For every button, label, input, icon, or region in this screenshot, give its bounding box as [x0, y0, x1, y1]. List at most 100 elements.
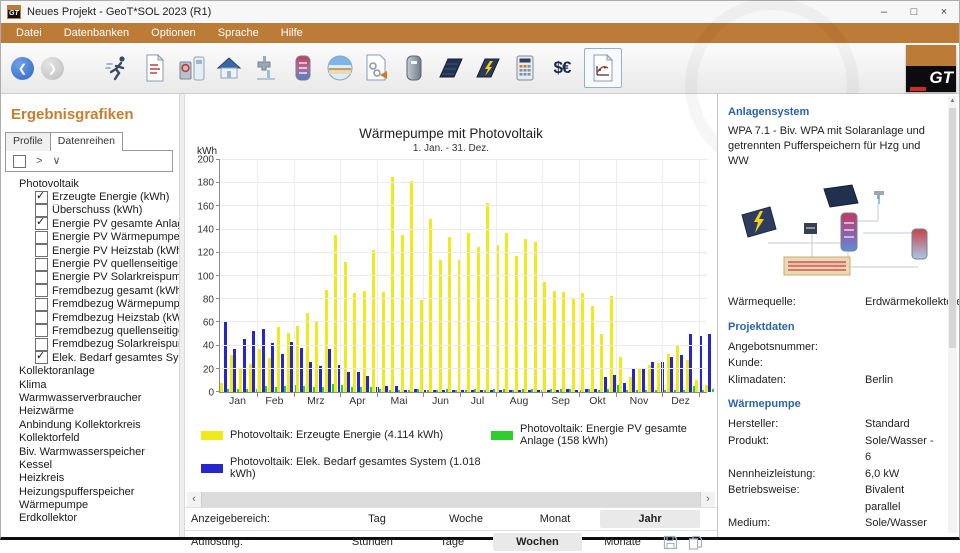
tree-item[interactable]: Energie PV quellenseitige Pu [1, 257, 179, 270]
tree-item[interactable]: Fremdbezug Solarkreispumpe [1, 338, 179, 351]
bar [670, 357, 673, 392]
scroll-right-icon[interactable]: › [701, 492, 715, 507]
report-icon[interactable] [140, 52, 170, 84]
checkbox[interactable] [35, 311, 48, 324]
system-schematic-icon[interactable] [362, 52, 392, 84]
solar-thermal-icon[interactable] [436, 52, 466, 84]
tree-item[interactable]: Erzeugte Energie (kWh) [1, 190, 179, 203]
save-icon[interactable] [663, 535, 678, 550]
maximize-button[interactable]: □ [899, 1, 929, 23]
checkbox[interactable] [35, 284, 48, 297]
tree-group-heizungspufferspeicher[interactable]: Heizungspufferspeicher [1, 485, 179, 498]
tap-water-icon[interactable] [251, 52, 281, 84]
checkbox[interactable] [35, 324, 48, 337]
tree-item[interactable]: Energie PV gesamte Anlage (k [1, 217, 179, 230]
tree-group-kessel[interactable]: Kessel [1, 458, 179, 471]
photovoltaics-icon[interactable] [473, 52, 503, 84]
menu-item-optionen[interactable]: Optionen [140, 23, 207, 43]
checkbox[interactable] [35, 271, 48, 284]
chart-legend: Photovoltaik: Erzeugte Energie (4.114 kW… [201, 423, 717, 480]
chart-scrollbar[interactable]: ‹ › [187, 492, 715, 507]
checkbox[interactable] [35, 244, 48, 257]
tree-item-label: Fremdbezug Solarkreispumpe [52, 338, 179, 350]
heat-pump-system-icon[interactable] [177, 52, 207, 84]
checkbox[interactable] [35, 217, 48, 230]
tree-item[interactable]: Energie PV Wärmepumpe (k [1, 231, 179, 244]
tree-item[interactable]: Fremdbezug gesamt (kWh) [1, 284, 179, 297]
menu-item-hilfe[interactable]: Hilfe [270, 23, 314, 43]
tree-group-kollektoranlage[interactable]: Kollektoranlage [1, 364, 179, 377]
scroll-left-icon[interactable]: ‹ [187, 492, 201, 507]
back-icon[interactable]: ❮ [11, 57, 34, 80]
tree-group-klima[interactable]: Klima [1, 378, 179, 391]
info-scrollbar-thumb[interactable] [949, 108, 956, 348]
tree-group-kollektorfeld[interactable]: Kollektorfeld [1, 431, 179, 444]
close-button[interactable]: × [929, 1, 959, 23]
gridline-v [340, 160, 341, 392]
tree-item[interactable]: Fremdbezug Wärmepumpe (k [1, 298, 179, 311]
tree-item-label: Energie PV Solarkreispumpe ( [52, 271, 179, 283]
data-series-tree: PhotovoltaikErzeugte Energie (kWh)Übersc… [1, 177, 179, 525]
tree-group-anbindung-kollektorkreis[interactable]: Anbindung Kollektorkreis [1, 418, 179, 431]
tree-item[interactable]: Fremdbezug Heizstab (kWh) [1, 311, 179, 324]
tree-item[interactable]: Energie PV Heizstab (kWh) [1, 244, 179, 257]
tab-datenreihen[interactable]: Datenreihen [50, 132, 123, 151]
month-tick [579, 392, 580, 397]
select-all-checkbox[interactable] [13, 155, 26, 168]
expand-icon[interactable]: > [36, 156, 42, 167]
building-icon[interactable] [214, 52, 244, 84]
ground-source-icon[interactable] [325, 52, 355, 84]
economy-icon[interactable]: $€ [547, 52, 577, 84]
collapse-icon[interactable]: ∨ [52, 156, 60, 167]
option-monat[interactable]: Monat [511, 510, 599, 528]
tree-item-label: Fremdbezug Wärmepumpe (k [52, 298, 179, 310]
section-heading-projektdaten: Projektdaten [728, 321, 941, 333]
checkbox[interactable] [35, 231, 48, 244]
tree-item[interactable]: Energie PV Solarkreispumpe ( [1, 271, 179, 284]
option-stunden[interactable]: Stunden [333, 533, 412, 551]
tree-item[interactable]: Überschuss (kWh) [1, 204, 179, 217]
storage-tank-icon[interactable] [288, 52, 318, 84]
checkbox[interactable] [35, 204, 48, 217]
option-wochen[interactable]: Wochen [493, 533, 583, 551]
menu-item-sprache[interactable]: Sprache [207, 23, 270, 43]
gridline-v [377, 160, 378, 392]
tree-group-heizkreis[interactable]: Heizkreis [1, 472, 179, 485]
results-graphics-icon[interactable] [584, 48, 622, 88]
quick-design-icon[interactable] [103, 52, 133, 84]
copy-icon[interactable] [688, 535, 703, 550]
tree-group-w-rmepumpe[interactable]: Wärmepumpe [1, 498, 179, 511]
checkbox[interactable] [35, 338, 48, 351]
legend-label: Photovoltaik: Elek. Bedarf gesamtes Syst… [230, 456, 491, 480]
option-woche[interactable]: Woche [422, 510, 510, 528]
checkbox[interactable] [35, 298, 48, 311]
option-tag[interactable]: Tag [333, 510, 421, 528]
scrollbar-thumb[interactable] [201, 492, 701, 507]
tree-item[interactable]: Fremdbezug quellenseitige P [1, 324, 179, 337]
tree-group-biv-warmwasserspeicher[interactable]: Biv. Warmwasserspeicher [1, 445, 179, 458]
x-axis-label-mrz: Mrz [293, 395, 339, 407]
y-tick-label: 200 [197, 155, 214, 166]
minimize-button[interactable]: – [869, 1, 899, 23]
calculator-icon[interactable] [510, 52, 540, 84]
option-tage[interactable]: Tage [413, 533, 492, 551]
menu-item-datenbanken[interactable]: Datenbanken [53, 23, 140, 43]
option-jahr[interactable]: Jahr [600, 510, 700, 528]
menu-item-datei[interactable]: Datei [5, 23, 53, 43]
scroll-up-icon[interactable]: ▲ [948, 96, 957, 106]
option-monate[interactable]: Monate [583, 533, 662, 551]
tab-profile[interactable]: Profile [5, 132, 51, 151]
checkbox[interactable] [35, 191, 48, 204]
tree-group-erdkollektor[interactable]: Erdkollektor [1, 512, 179, 525]
checkbox[interactable] [35, 351, 48, 364]
checkbox[interactable] [35, 258, 48, 271]
forward-icon[interactable]: ❯ [41, 57, 64, 80]
tree-group-heizw-rme[interactable]: Heizwärme [1, 405, 179, 418]
bar-group-week-1 [220, 160, 230, 392]
tree-item[interactable]: Elek. Bedarf gesamtes System [1, 351, 179, 364]
info-panel-scrollbar[interactable]: ▲ [948, 96, 957, 533]
tree-group-warmwasserverbraucher[interactable]: Warmwasserverbraucher [1, 391, 179, 404]
boiler-icon[interactable] [399, 52, 429, 84]
x-axis-label-dez: Dez [662, 395, 699, 407]
tree-group-photovoltaik[interactable]: Photovoltaik [1, 177, 179, 190]
